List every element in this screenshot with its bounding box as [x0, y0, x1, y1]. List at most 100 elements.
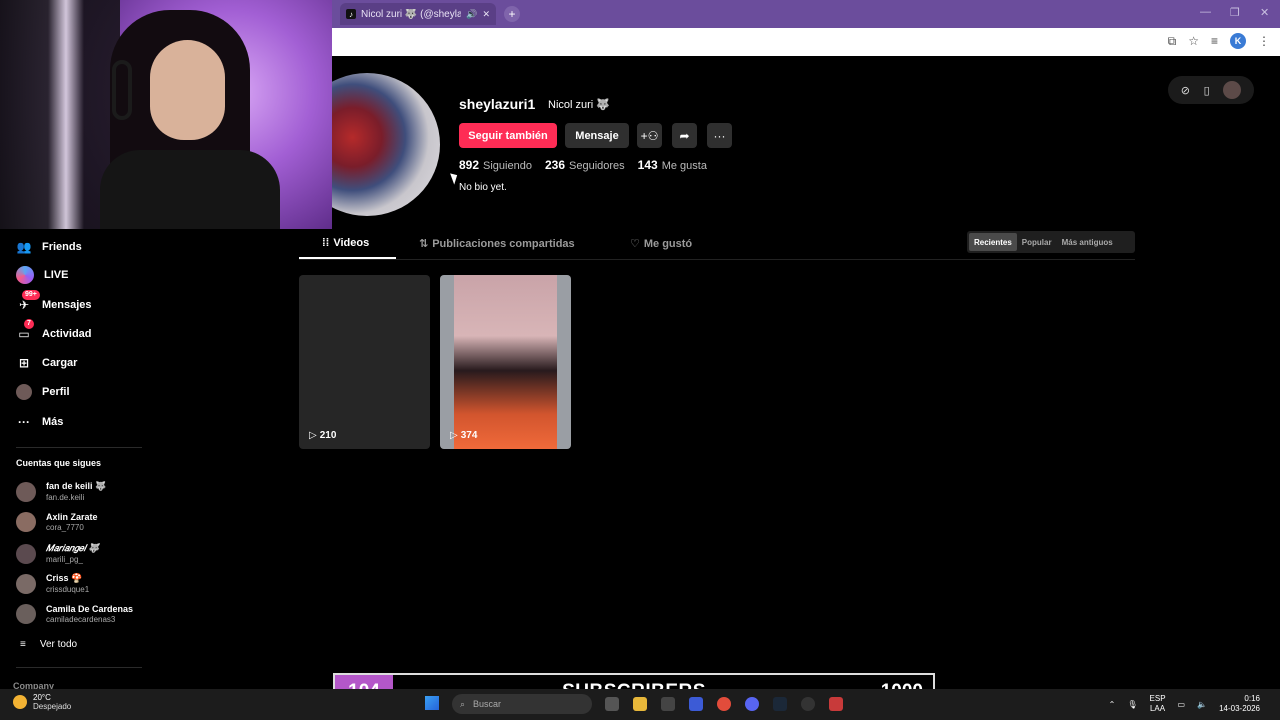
sidebar-item-label: Más [42, 416, 64, 428]
follow-back-button[interactable]: Seguir también [459, 123, 557, 148]
tab-videos[interactable]: ⁞⁞ Videos [322, 237, 369, 249]
avatar [16, 512, 36, 532]
live-icon [16, 266, 34, 284]
following-name: Criss 🍄 [46, 573, 83, 583]
media-controls-icon[interactable]: ≡ [1211, 34, 1218, 48]
divider [16, 447, 142, 448]
heart-slash-icon: ♡ [630, 238, 640, 250]
profile-username: sheylazuri1 [459, 96, 536, 112]
sort-popular-button[interactable]: Popular [1017, 233, 1057, 251]
sidebar-item-label: LIVE [44, 269, 69, 281]
sort-recent-button[interactable]: Recientes [969, 233, 1017, 251]
windows-start-icon[interactable] [425, 696, 439, 710]
omnibox[interactable] [332, 31, 1152, 53]
search-icon: ⌕ [460, 698, 466, 709]
language-indicator[interactable]: ESP LAA [1150, 694, 1166, 714]
account-avatar[interactable]: K [1230, 33, 1246, 49]
phone-icon[interactable]: ▯ [1204, 84, 1210, 97]
bookmark-star-icon[interactable]: ☆ [1188, 34, 1199, 48]
webcam-overlay [0, 0, 332, 229]
sidebar-item-live[interactable]: LIVE [16, 266, 68, 284]
browser-tab[interactable]: ♪ Nicol zuri 🐺 (@sheylazuri1) 🔊 ✕ [340, 3, 496, 25]
minimize-icon[interactable]: — [1200, 6, 1211, 18]
profile-bio: No bio yet. [459, 182, 507, 193]
chrome-icon[interactable] [717, 697, 731, 711]
sidebar-item-profile[interactable]: Perfil [16, 384, 70, 400]
file-explorer-icon[interactable] [633, 697, 647, 711]
video-views: ▷ 374 [450, 430, 478, 441]
user-avatar[interactable] [1223, 81, 1242, 99]
close-tab-icon[interactable]: ✕ [482, 9, 490, 20]
sidebar-item-messages[interactable]: ✈ 99+ Mensajes [16, 290, 92, 313]
sidebar-item-label: Cargar [42, 357, 78, 369]
profile-avatar [332, 73, 440, 216]
sidebar-item-label: Perfil [42, 386, 70, 398]
video-card[interactable]: ▷ 210 [299, 275, 430, 449]
avatar [16, 573, 36, 594]
new-tab-button[interactable]: + [504, 6, 520, 22]
followers-stat[interactable]: 236 Seguidores [545, 158, 625, 172]
following-username: marili_pg_ [46, 555, 83, 564]
following-stat[interactable]: 892 Siguiendo [459, 158, 532, 172]
profile-stats: 892 Siguiendo 236 Seguidores 143 Me gusta [459, 158, 707, 172]
obs-icon[interactable] [801, 697, 815, 711]
taskbar-search[interactable]: ⌕ Buscar [452, 694, 592, 714]
microphone-icon[interactable]: 🎙 [1127, 700, 1137, 709]
avatar [16, 481, 36, 502]
install-app-icon[interactable]: ⧉ [1168, 34, 1177, 49]
volume-icon[interactable]: 🔈 [1197, 700, 1207, 709]
compass-icon[interactable]: ⊘ [1181, 84, 1190, 97]
following-name: Camila De Cardenas [46, 604, 134, 614]
see-all-label: Ver todo [39, 639, 78, 650]
following-item[interactable]: fan de keili 🐺 fan.de.keili [16, 481, 106, 502]
audio-icon[interactable]: 🔊 [466, 9, 477, 20]
steam-icon[interactable] [773, 697, 787, 711]
sidebar-item-activity[interactable]: ▭ 7 Actividad [16, 319, 92, 342]
sidebar-item-friends[interactable]: 👥 Friends [16, 239, 82, 255]
divider [16, 667, 142, 668]
mouse-cursor-icon [450, 171, 460, 185]
chevron-up-icon[interactable]: ⌃ [1109, 700, 1116, 709]
more-icon: ··· [18, 415, 30, 429]
video-views: ▷ 210 [309, 430, 337, 441]
sidebar-item-more[interactable]: ··· Más [16, 414, 63, 430]
close-window-icon[interactable]: ✕ [1260, 6, 1269, 19]
weather-widget[interactable]: 20°C Despejado [13, 693, 71, 711]
task-view-icon[interactable] [605, 697, 619, 711]
store-icon[interactable] [661, 697, 675, 711]
message-button[interactable]: Mensaje [565, 123, 629, 148]
clock[interactable]: 0:16 14-03-2026 [1219, 694, 1260, 714]
sort-oldest-button[interactable]: Más antiguos [1057, 233, 1118, 251]
weather-status: Despejado [33, 702, 72, 711]
app-icon[interactable] [689, 697, 703, 711]
following-username: crissduque1 [46, 585, 90, 594]
following-title: Cuentas que sigues [16, 458, 102, 468]
following-item[interactable]: Camila De Cardenas camiladecardenas3 [16, 604, 133, 624]
following-item[interactable]: Axlin Zarate cora_7770 [16, 512, 98, 532]
see-all-button[interactable]: ≡ Ver todo [20, 639, 77, 650]
tab-liked[interactable]: ♡ Me gustó [630, 237, 692, 251]
browser-tab-title: Nicol zuri 🐺 (@sheylazuri1) [361, 8, 462, 20]
maximize-icon[interactable]: ❐ [1230, 6, 1240, 19]
more-options-icon[interactable]: ··· [707, 123, 732, 148]
following-item[interactable]: Criss 🍄 crissduque1 [16, 573, 89, 594]
discord-icon[interactable] [745, 697, 759, 711]
browser-menu-icon[interactable]: ⋮ [1258, 34, 1270, 48]
tab-reposts[interactable]: ⇅ Publicaciones compartidas [419, 237, 575, 251]
following-name: Axlin Zarate [46, 512, 98, 522]
share-icon[interactable]: ➦ [672, 123, 697, 148]
sidebar-item-label: Actividad [42, 328, 92, 340]
network-icon[interactable]: ▭ [1178, 700, 1186, 709]
app-icon[interactable] [829, 697, 843, 711]
activity-icon: ▭ 7 [16, 319, 34, 342]
activity-badge: 7 [24, 319, 34, 329]
video-card[interactable]: ▷ 374 [440, 275, 571, 449]
add-friend-icon[interactable]: +⚇ [637, 123, 662, 148]
likes-stat: 143 Me gusta [637, 158, 707, 172]
sidebar: 👥 Friends LIVE ✈ 99+ Mensajes ▭ 7 Activida… [0, 229, 160, 691]
following-item[interactable]: 𝑀𝑎𝑟𝑖𝑎𝑛𝑔𝑒𝑙 🐺 marili_pg_ [16, 543, 99, 564]
sidebar-item-upload[interactable]: ⊞ Cargar [16, 355, 78, 371]
sidebar-item-label: Mensajes [42, 299, 92, 311]
profile-icon [16, 384, 32, 400]
following-username: camiladecardenas3 [46, 615, 116, 624]
